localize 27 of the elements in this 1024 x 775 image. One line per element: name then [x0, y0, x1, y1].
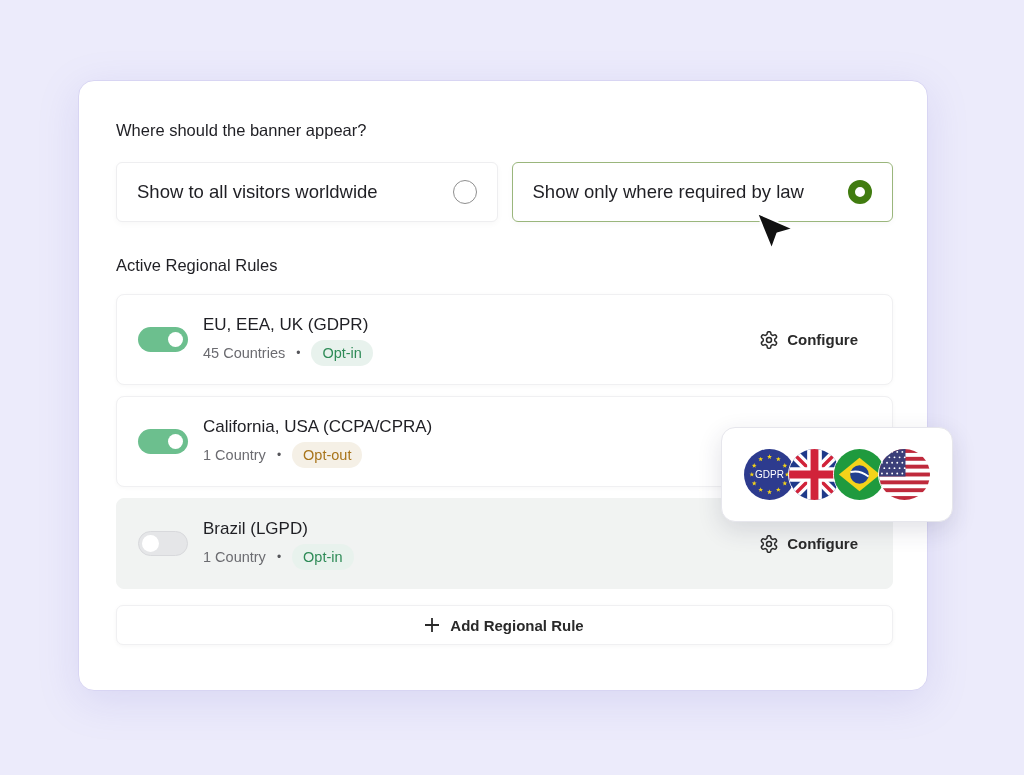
consent-tag: Opt-in — [311, 339, 373, 366]
toggle-switch[interactable] — [138, 327, 188, 352]
display-option[interactable]: Show only where required by law — [511, 162, 893, 222]
consent-tag: Opt-out — [292, 441, 363, 468]
settings-icon — [760, 534, 779, 553]
separator-dot: • — [296, 345, 301, 360]
country-count: 1 Country — [203, 446, 266, 463]
country-count: 45 Countries — [203, 344, 286, 361]
plus-icon — [425, 618, 440, 632]
rule-title: California, USA (CCPA/CPRA) — [203, 415, 433, 438]
country-count: 1 Country — [203, 548, 266, 565]
flag-label: GDPR — [754, 468, 785, 481]
pointer-cursor-icon — [756, 212, 794, 250]
toggle-switch[interactable] — [138, 531, 188, 556]
section-label: Where should the banner appear? — [116, 120, 368, 141]
consent-tag: Opt-in — [292, 543, 354, 570]
separator-dot: • — [276, 447, 282, 462]
configure-button[interactable]: Configure — [750, 324, 868, 355]
settings-icon — [760, 330, 779, 349]
rule-title: Brazil (LGPD) — [203, 517, 309, 540]
display-option[interactable]: Show to all visitors worldwide — [116, 162, 498, 222]
configure-button[interactable]: Configure — [750, 528, 868, 559]
toggle-switch[interactable] — [138, 429, 188, 454]
rule-title: EU, EEA, UK (GDPR) — [203, 313, 370, 336]
section-heading: Active Regional Rules — [116, 255, 279, 276]
separator-dot: • — [276, 549, 282, 564]
add-rule-button[interactable]: Add Regional Rule — [116, 605, 893, 645]
